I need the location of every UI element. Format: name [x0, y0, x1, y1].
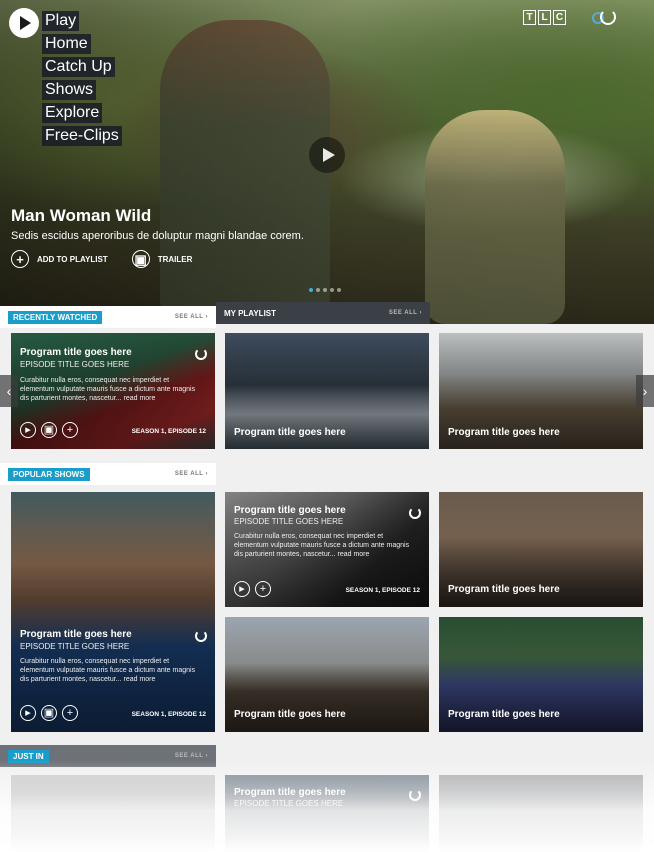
season-label: SEASON 1, EPISODE 12 — [131, 428, 206, 435]
episode-title: EPISODE TITLE GOES HERE — [20, 360, 130, 369]
popular-show-card[interactable]: Program title goes here — [439, 617, 643, 732]
section-title: RECENTLY WATCHED — [8, 310, 103, 324]
carousel-dots[interactable] — [309, 288, 341, 292]
brand-letter: L — [538, 10, 551, 25]
program-title: Program title goes here — [234, 709, 346, 720]
logo-icon[interactable] — [9, 8, 39, 38]
nav-explore[interactable]: Explore — [42, 103, 103, 123]
plus-icon[interactable]: + — [11, 250, 29, 268]
season-label: SEASON 1, EPISODE 12 — [345, 587, 420, 594]
hero-play-icon[interactable] — [309, 137, 345, 173]
program-title: Program title goes here — [448, 709, 560, 720]
recently-watched-header: RECENTLY WATCHED SEE ALL › — [0, 306, 216, 328]
program-title: Program title goes here — [234, 505, 346, 516]
sync-icon — [409, 507, 421, 519]
plus-icon[interactable]: + — [62, 422, 78, 438]
popular-show-card[interactable]: Program title goes here — [439, 492, 643, 607]
popular-shows-header: POPULAR SHOWS SEE ALL › — [0, 463, 216, 485]
program-title: Program title goes here — [20, 347, 132, 358]
hero-actions: + ADD TO PLAYLIST ▣ TRAILER — [11, 250, 208, 268]
nav-play[interactable]: Play — [42, 11, 80, 31]
carousel-dot[interactable] — [337, 288, 341, 292]
sync-icon — [195, 348, 207, 360]
carousel-dot[interactable] — [323, 288, 327, 292]
chevron-left-icon[interactable]: ‹ — [0, 375, 18, 407]
see-all-link[interactable]: SEE ALL › — [175, 314, 208, 320]
see-all-link[interactable]: SEE ALL › — [389, 310, 422, 316]
program-description: Curabitur nulla eros, consequat nec impe… — [234, 533, 410, 558]
carousel-dot[interactable] — [309, 288, 313, 292]
trailer-button[interactable]: TRAILER — [158, 255, 193, 264]
refresh-icon[interactable] — [600, 9, 616, 25]
hero-description: Sedis escidus aperoribus de doluptur mag… — [11, 230, 304, 242]
my-playlist-header: MY PLAYLIST SEE ALL › — [216, 302, 430, 324]
sync-icon — [195, 630, 207, 642]
section-title: POPULAR SHOWS — [8, 467, 90, 481]
main-nav: Play Home Catch Up Shows Explore Free-Cl… — [42, 11, 122, 149]
brand-letter: T — [523, 10, 536, 25]
program-title: Program title goes here — [20, 629, 132, 640]
popular-show-card[interactable]: Program title goes here — [225, 617, 429, 732]
trailer-icon[interactable]: ▣ — [41, 422, 57, 438]
see-all-link[interactable]: SEE ALL › — [175, 471, 208, 477]
plus-icon[interactable]: + — [62, 705, 78, 721]
episode-title: EPISODE TITLE GOES HERE — [234, 517, 344, 526]
trailer-icon[interactable]: ▣ — [131, 250, 150, 268]
chevron-right-icon[interactable]: › — [636, 375, 654, 407]
recently-watched-card[interactable]: Program title goes here EPISODE TITLE GO… — [11, 333, 215, 449]
trailer-icon[interactable]: ▣ — [41, 705, 57, 721]
play-icon[interactable]: ▸ — [20, 705, 36, 721]
play-icon[interactable]: ▸ — [20, 422, 36, 438]
program-description: Curabitur nulla eros, consequat nec impe… — [20, 658, 196, 683]
episode-title: EPISODE TITLE GOES HERE — [20, 642, 130, 651]
program-description: Curabitur nulla eros, consequat nec impe… — [20, 377, 196, 402]
see-all-link[interactable]: SEE ALL › — [175, 753, 208, 759]
program-title: Program title goes here — [448, 584, 560, 595]
nav-catch-up[interactable]: Catch Up — [42, 57, 115, 77]
popular-show-card[interactable]: Program title goes here EPISODE TITLE GO… — [11, 492, 215, 732]
plus-icon[interactable]: + — [255, 581, 271, 597]
season-label: SEASON 1, EPISODE 12 — [131, 711, 206, 718]
playlist-card[interactable]: Program title goes here — [439, 333, 643, 449]
play-icon[interactable]: ▸ — [234, 581, 250, 597]
popular-show-card[interactable]: Program title goes here EPISODE TITLE GO… — [225, 492, 429, 607]
section-title: MY PLAYLIST — [224, 308, 277, 318]
brand-letter: C — [553, 10, 566, 25]
program-title: Program title goes here — [448, 427, 560, 438]
add-to-playlist-button[interactable]: ADD TO PLAYLIST — [37, 255, 108, 264]
channel-logo: T L C — [523, 10, 566, 25]
nav-shows[interactable]: Shows — [42, 80, 97, 100]
carousel-dot[interactable] — [330, 288, 334, 292]
playlist-card[interactable]: Program title goes here — [225, 333, 429, 449]
hero-title: Man Woman Wild — [11, 206, 152, 225]
nav-home[interactable]: Home — [42, 34, 91, 54]
carousel-dot[interactable] — [316, 288, 320, 292]
nav-free-clips[interactable]: Free-Clips — [42, 126, 122, 146]
program-title: Program title goes here — [234, 427, 346, 438]
